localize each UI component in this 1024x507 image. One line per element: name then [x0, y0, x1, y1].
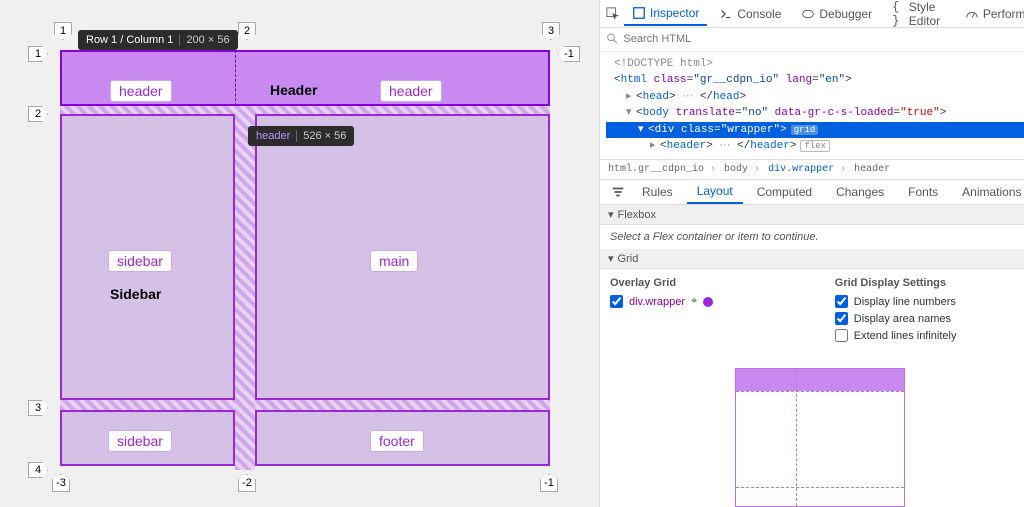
setting-checkbox[interactable]	[835, 329, 848, 342]
disclosure-triangle-icon: ▾	[608, 252, 614, 265]
filter-icon[interactable]	[608, 185, 628, 199]
tab-debugger[interactable]: Debugger	[793, 3, 880, 25]
flex-badge[interactable]: flex	[800, 140, 830, 152]
tooltip-label: Row 1 / Column 1	[86, 34, 173, 46]
devtools-panel: Inspector Console Debugger { } Style Edi…	[600, 0, 1024, 507]
breadcrumb-bar[interactable]: html.gr__cdpn_io› body› div.wrapper› hea…	[600, 159, 1024, 180]
grid-section-header[interactable]: ▾ Grid	[600, 249, 1024, 269]
markup-view[interactable]: <!DOCTYPE html> <html class="gr__cdpn_io…	[600, 52, 1024, 159]
mini-grid-row-line	[736, 487, 904, 488]
breadcrumb-item[interactable]: html.gr__cdpn_io	[608, 164, 704, 175]
grid-line-number-negative: -1	[558, 46, 580, 62]
sidebar-tab-rules[interactable]: Rules	[632, 181, 683, 203]
tab-performance[interactable]: Perform	[957, 3, 1024, 25]
mini-grid-header	[736, 369, 904, 391]
grid-badge[interactable]: grid	[791, 125, 819, 135]
target-icon[interactable]: ⌖	[691, 295, 697, 308]
sidebar-tab-fonts[interactable]: Fonts	[898, 181, 948, 203]
overlay-grid-title: Overlay Grid	[610, 277, 805, 289]
search-icon	[606, 32, 619, 46]
sidebar-tabs: Rules Layout Computed Changes Fonts Anim…	[600, 180, 1024, 206]
grid-settings-title: Grid Display Settings	[835, 277, 1024, 289]
grid-line-number: 1	[28, 46, 48, 62]
body-tag-line[interactable]: ▾<body translate="no" data-gr-c-s-loaded…	[606, 105, 1024, 122]
mini-grid-row-line	[736, 391, 904, 392]
grid-area-main[interactable]	[255, 114, 550, 400]
grid-line-number: 3	[28, 400, 48, 416]
grid-panel-body: Overlay Grid div.wrapper ⌖ Grid Display …	[600, 269, 1024, 354]
selected-element-line[interactable]: ▾<div class="wrapper">grid	[606, 122, 1024, 139]
tab-style-editor[interactable]: { } Style Editor	[884, 0, 953, 32]
page-viewport: header Header header sidebar Sidebar mai…	[0, 0, 600, 507]
pick-element-icon[interactable]	[606, 4, 620, 24]
devtools-toolbar: Inspector Console Debugger { } Style Edi…	[600, 0, 1024, 28]
element-tooltip: header 526 × 56	[248, 126, 354, 146]
color-swatch[interactable]	[703, 297, 713, 307]
grid-line-number-negative: -3	[52, 474, 70, 492]
grid-line-number-negative: -1	[540, 474, 558, 492]
tooltip-dimensions: 526 × 56	[303, 130, 346, 142]
setting-checkbox[interactable]	[835, 312, 848, 325]
tooltip-tag: header	[256, 130, 290, 142]
mini-grid-col-line	[796, 369, 797, 506]
setting-extend-lines[interactable]: Extend lines infinitely	[835, 329, 1024, 342]
html-search-input[interactable]	[623, 33, 1024, 45]
grid-row-gap	[60, 106, 550, 114]
tab-console[interactable]: Console	[711, 3, 789, 25]
sidebar-tab-computed[interactable]: Computed	[747, 181, 822, 203]
head-tag-line[interactable]: ▸<head> ⋯ </head>	[606, 89, 1024, 106]
html-tag-line[interactable]: <html class="gr__cdpn_io" lang="en">	[606, 72, 1024, 89]
setting-line-numbers[interactable]: Display line numbers	[835, 295, 1024, 308]
doctype-line: <!DOCTYPE html>	[606, 56, 1024, 73]
overlay-grid-column: Overlay Grid div.wrapper ⌖	[610, 277, 805, 346]
sidebar-element-text: Sidebar	[110, 286, 161, 302]
grid-line-number: 2	[238, 22, 256, 40]
grid-area-sidebar-lower[interactable]	[60, 410, 235, 466]
html-search-bar[interactable]	[600, 28, 1024, 52]
grid-outline-preview[interactable]	[735, 368, 905, 507]
header-tag-line[interactable]: ▸<header> ⋯ </header>flex	[606, 138, 1024, 155]
grid-line-number: 2	[28, 106, 48, 122]
overlay-grid-checkbox[interactable]	[610, 295, 623, 308]
tab-inspector[interactable]: Inspector	[624, 2, 707, 26]
grid-cell-tooltip: Row 1 / Column 1 200 × 56	[78, 30, 238, 50]
setting-area-names[interactable]: Display area names	[835, 312, 1024, 325]
header-element-text: Header	[270, 82, 317, 98]
grid-column-gap	[235, 50, 255, 470]
breadcrumb-item[interactable]: header	[854, 164, 890, 175]
grid-settings-column: Grid Display Settings Display line numbe…	[835, 277, 1024, 346]
disclosure-triangle-icon: ▾	[608, 208, 614, 221]
breadcrumb-item[interactable]: div.wrapper	[768, 164, 834, 175]
grid-line-number: 4	[28, 462, 48, 478]
sidebar-tab-animations[interactable]: Animations	[952, 181, 1024, 203]
sidebar-tab-layout[interactable]: Layout	[687, 180, 743, 204]
flexbox-section-header[interactable]: ▾ Flexbox	[600, 205, 1024, 225]
grid-area-sidebar[interactable]	[60, 114, 235, 400]
grid-area-footer[interactable]	[255, 410, 550, 466]
grid-line-number: 1	[54, 22, 72, 40]
grid-overlay: header Header header sidebar Sidebar mai…	[60, 50, 550, 470]
setting-checkbox[interactable]	[835, 295, 848, 308]
overlay-grid-selector: div.wrapper	[629, 296, 685, 308]
grid-line-number-negative: -2	[238, 474, 256, 492]
tooltip-dimensions: 200 × 56	[186, 34, 229, 46]
grid-track-divider	[235, 50, 236, 106]
grid-line-number: 3	[542, 22, 560, 40]
overlay-grid-item[interactable]: div.wrapper ⌖	[610, 295, 805, 308]
grid-row-gap	[60, 400, 550, 410]
flexbox-empty-message: Select a Flex container or item to conti…	[600, 225, 1024, 249]
sidebar-tab-changes[interactable]: Changes	[826, 181, 894, 203]
breadcrumb-item[interactable]: body	[724, 164, 748, 175]
